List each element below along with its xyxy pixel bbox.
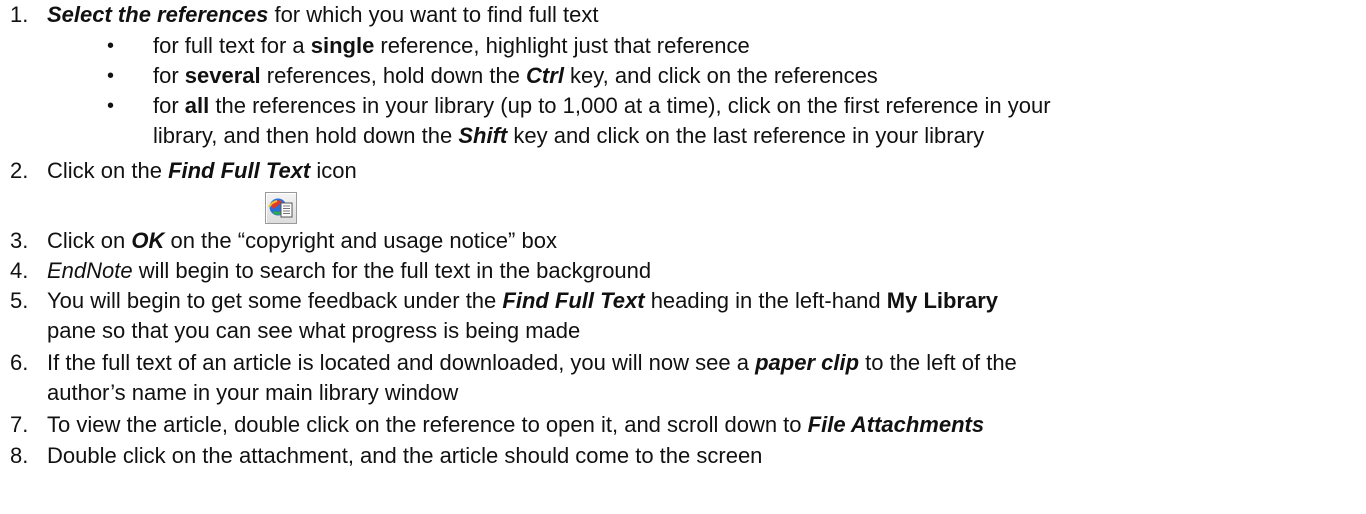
bullet-icon: •	[107, 95, 115, 117]
step-number: 1.	[10, 2, 29, 27]
instruction-document: 1. Select the references for which you w…	[10, 2, 1051, 468]
step-number: 8.	[10, 443, 29, 468]
step-number: 6.	[10, 350, 29, 375]
find-full-text-icon[interactable]	[265, 192, 297, 224]
step-text: for which you want to find full text	[268, 2, 599, 27]
step-number: 5.	[10, 288, 29, 313]
step-number: 2.	[10, 158, 29, 183]
step-number: 3.	[10, 228, 29, 253]
emphasis-text: Select the references	[47, 2, 269, 27]
bullet-icon: •	[107, 35, 115, 57]
bullet-icon: •	[107, 65, 115, 87]
step-number: 7.	[10, 412, 29, 437]
step-number: 4.	[10, 258, 29, 283]
